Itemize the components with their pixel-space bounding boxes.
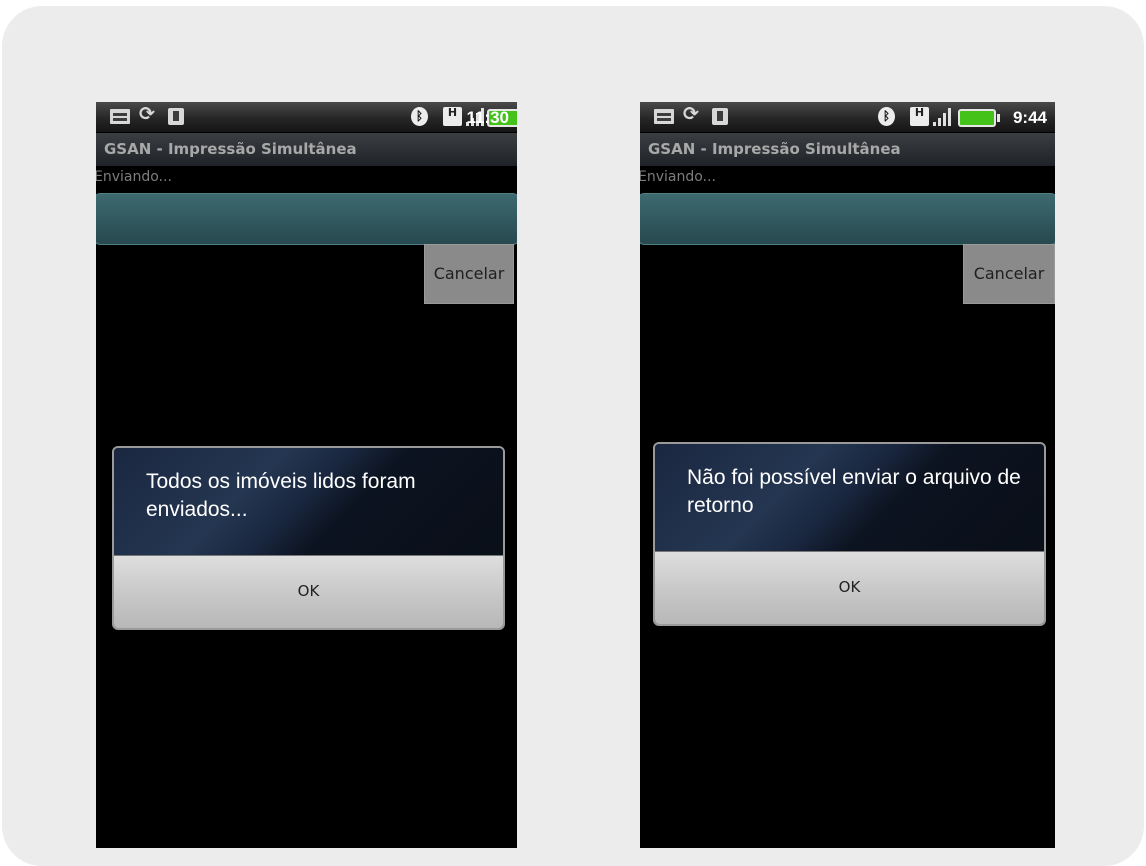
screenshot-icon — [654, 109, 674, 124]
progress-bar — [640, 193, 1055, 245]
status-bar: ⟳ ᛒ H 11:30 — [96, 102, 517, 133]
app-title: GSAN - Impressão Simultânea — [104, 140, 357, 158]
ok-button[interactable]: OK — [655, 551, 1044, 624]
app-title-bar: GSAN - Impressão Simultânea — [96, 133, 517, 166]
cancel-button[interactable]: Cancelar — [424, 244, 514, 304]
progress-bar — [96, 193, 517, 245]
usb-icon — [168, 108, 184, 125]
dialog-message-area: Todos os imóveis lidos foram enviados... — [114, 448, 503, 556]
phone-screen-left: ⟳ ᛒ H 11:30 GSAN - Impressão Simultânea … — [96, 102, 517, 848]
usb-icon — [712, 108, 728, 125]
bluetooth-icon: ᛒ — [411, 107, 428, 126]
cancel-button[interactable]: Cancelar — [963, 244, 1055, 304]
ok-button[interactable]: OK — [114, 555, 503, 628]
dialog-message-area: Não foi possível enviar o arquivo de ret… — [655, 444, 1044, 552]
battery-icon — [958, 109, 1000, 127]
screenshot-icon — [110, 109, 130, 124]
hsdpa-icon: H — [443, 107, 462, 126]
bluetooth-icon: ᛒ — [878, 107, 895, 126]
sending-label: Enviando... — [96, 169, 172, 185]
dialog-message: Todos os imóveis lidos foram enviados... — [146, 470, 416, 521]
app-title: GSAN - Impressão Simultânea — [648, 140, 901, 158]
hsdpa-icon: H — [910, 107, 929, 126]
alert-dialog: Não foi possível enviar o arquivo de ret… — [653, 442, 1046, 626]
sync-icon: ⟳ — [683, 103, 699, 125]
clock: 11:30 — [466, 108, 509, 127]
clock: 9:44 — [1012, 108, 1047, 127]
status-bar: ⟳ ᛒ H 9:44 — [640, 102, 1055, 133]
sync-icon: ⟳ — [139, 103, 155, 125]
app-title-bar: GSAN - Impressão Simultânea — [640, 133, 1055, 166]
alert-dialog: Todos os imóveis lidos foram enviados...… — [112, 446, 505, 630]
dialog-message: Não foi possível enviar o arquivo de ret… — [687, 466, 1021, 517]
phone-screen-right: ⟳ ᛒ H 9:44 GSAN - Impressão Simultânea E… — [640, 102, 1055, 848]
signal-icon — [933, 107, 955, 126]
sending-label: Enviando... — [640, 169, 716, 185]
